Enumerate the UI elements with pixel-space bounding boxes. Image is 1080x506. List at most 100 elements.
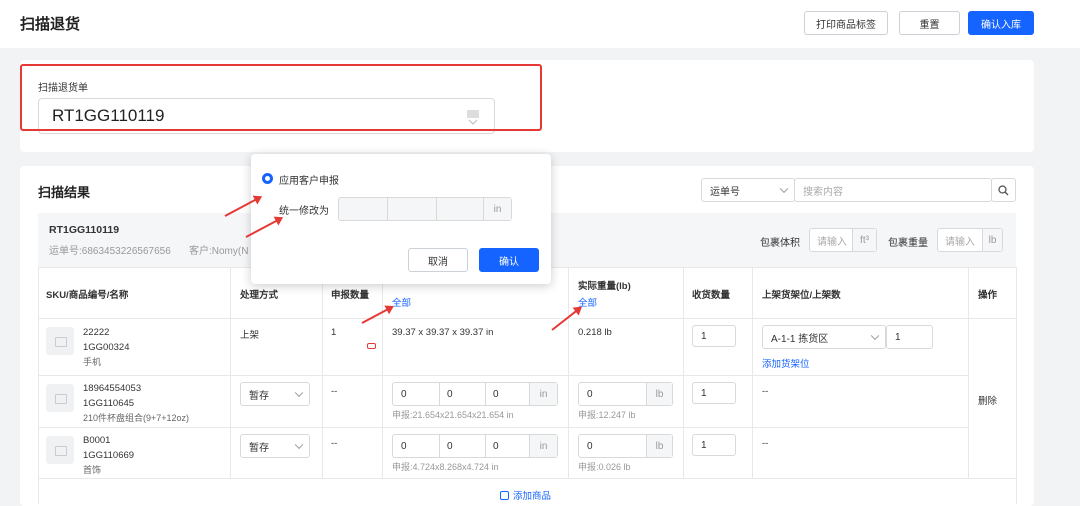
search-type-value: 运单号 [710, 186, 740, 198]
table-line [230, 267, 231, 478]
row1-declared: 1 [331, 327, 337, 338]
row1-shelf-qty-input[interactable]: 1 [886, 325, 933, 349]
table-line [968, 267, 969, 478]
row2-name: 210件杯盘组合(9+7+12oz) [83, 413, 190, 423]
modify-dims-input[interactable]: in [338, 197, 512, 221]
table-line [1016, 267, 1017, 504]
row1-sku: 22222 [83, 327, 110, 338]
row1-dims: 39.37 x 39.37 x 39.37 in [392, 327, 494, 338]
divider [485, 435, 486, 457]
row1-shelf-value: A-1-1 拣货区 [771, 333, 829, 345]
row3-width: 0 [447, 440, 453, 452]
delete-link[interactable]: 删除 [978, 393, 997, 407]
row3-process-select[interactable]: 暂存 [240, 434, 310, 458]
page-title: 扫描退货 [20, 16, 81, 33]
row2-length: 0 [401, 388, 407, 400]
divider [439, 435, 440, 457]
row1-process: 上架 [240, 330, 260, 341]
reset-button[interactable]: 重置 [899, 11, 960, 35]
product-thumbnail [46, 327, 74, 355]
row3-sku: B0001 [83, 435, 111, 446]
table-line [38, 267, 39, 504]
divider [436, 198, 437, 220]
search-placeholder: 搜索内容 [803, 186, 843, 198]
row3-declared: -- [331, 438, 338, 449]
col-action: 操作 [978, 290, 998, 301]
divider [439, 383, 440, 405]
top-bar: 扫描退货 打印商品标签 重置 确认入库 [0, 0, 1080, 48]
table-line [38, 427, 968, 428]
row2-weight-declared: 申报:12.247 lb [578, 410, 636, 420]
row2-dims-input[interactable]: 0 0 0 in [392, 382, 558, 406]
row1-add-shelf-link[interactable]: 添加货架位 [762, 356, 810, 370]
row2-code: 1GG110645 [83, 398, 135, 409]
pkg-volume-unit: ft³ [852, 229, 876, 251]
row2-dims-declared: 申报:21.654x21.654x21.654 in [392, 410, 514, 420]
search-input[interactable]: 搜索内容 [794, 178, 992, 202]
row2-declared: -- [331, 386, 338, 397]
table-line [752, 267, 753, 478]
divider [387, 198, 388, 220]
table-line [568, 267, 569, 478]
highlight-marker [367, 343, 376, 349]
modify-label: 统一修改为 [279, 206, 329, 217]
table-line [683, 267, 684, 478]
row2-received-input[interactable]: 1 [692, 382, 736, 404]
table-line [38, 375, 968, 376]
table-line [38, 478, 1016, 479]
add-item-label: 添加商品 [513, 491, 552, 502]
row2-process-value: 暂存 [249, 390, 269, 402]
search-button[interactable] [991, 178, 1016, 202]
pkg-volume-placeholder: 请输入 [817, 236, 847, 248]
col-shelf: 上架货架位/上架数 [762, 290, 841, 301]
row2-weight-unit: lb [646, 383, 672, 405]
row2-weight-input[interactable]: 0 lb [578, 382, 673, 406]
row2-weight-value: 0 [587, 388, 593, 400]
apply-declared-radio[interactable] [262, 173, 273, 184]
row3-received-input[interactable]: 1 [692, 434, 736, 456]
order-id: RT1GG110119 [49, 224, 120, 236]
row3-process-value: 暂存 [249, 442, 269, 454]
table-line [382, 267, 383, 478]
row3-dims-input[interactable]: 0 0 0 in [392, 434, 558, 458]
search-type-select[interactable]: 运单号 [701, 178, 795, 202]
row1-shelf-select[interactable]: A-1-1 拣货区 [762, 325, 886, 349]
chevron-down-icon [779, 184, 789, 194]
divider [485, 383, 486, 405]
popup-confirm-button[interactable]: 确认 [479, 248, 539, 272]
dims-all-link[interactable]: 全部 [392, 295, 411, 309]
table-line [322, 267, 323, 478]
row2-process-select[interactable]: 暂存 [240, 382, 310, 406]
pkg-weight-input[interactable]: 请输入 lb [937, 228, 1003, 252]
row2-shelf: -- [762, 386, 769, 397]
row2-dim-unit: in [529, 383, 557, 405]
popup-cancel-button[interactable]: 取消 [408, 248, 468, 272]
row3-weight-declared: 申报:0.026 lb [578, 462, 631, 472]
row2-sku: 18964554053 [83, 383, 142, 394]
add-icon [500, 491, 509, 500]
row1-received-input[interactable]: 1 [692, 325, 736, 347]
col-process: 处理方式 [240, 290, 279, 301]
row2-height: 0 [493, 388, 499, 400]
modify-unit: in [483, 198, 511, 220]
chevron-down-icon [870, 331, 880, 341]
table-line [38, 318, 1016, 319]
confirm-storage-button[interactable]: 确认入库 [968, 11, 1034, 35]
chevron-down-icon [294, 440, 304, 450]
highlight-box [20, 64, 542, 131]
add-item-button[interactable]: 添加商品 [500, 488, 551, 502]
pkg-volume-label: 包裹体积 [760, 238, 800, 249]
product-thumbnail [46, 436, 74, 464]
pkg-volume-input[interactable]: 请输入 ft³ [809, 228, 877, 252]
bulk-edit-popup: 应用客户申报 统一修改为 in 取消 确认 [251, 154, 551, 284]
pkg-weight-placeholder: 请输入 [945, 236, 975, 248]
col-received-qty: 收货数量 [692, 290, 731, 301]
col-actual-weight: 实际重量(lb) [578, 281, 631, 292]
row1-weight: 0.218 lb [578, 327, 612, 338]
order-tracking: 运单号:6863453226567656 [49, 246, 171, 257]
row3-weight-unit: lb [646, 435, 672, 457]
print-label-button[interactable]: 打印商品标签 [804, 11, 888, 35]
row1-code: 1GG00324 [83, 342, 130, 353]
row3-shelf: -- [762, 438, 769, 449]
row3-weight-input[interactable]: 0 lb [578, 434, 673, 458]
